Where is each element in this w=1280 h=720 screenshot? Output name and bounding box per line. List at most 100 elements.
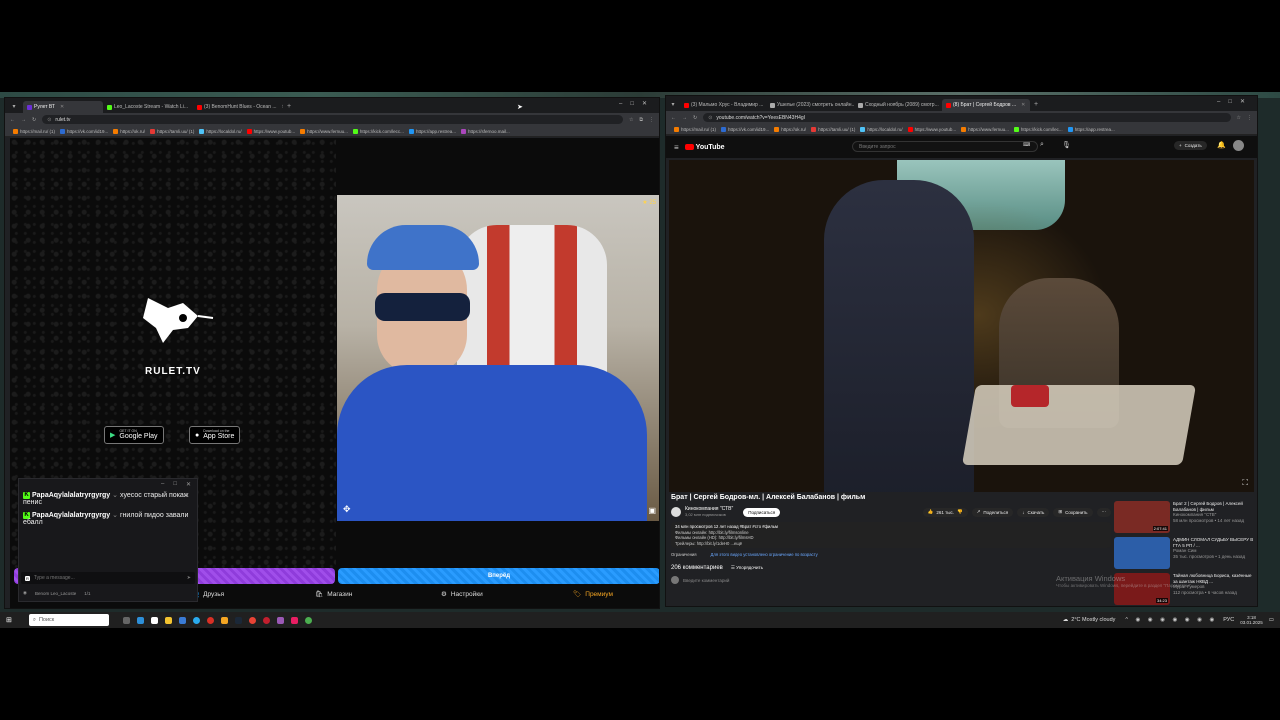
right-tab-1[interactable]: Ушелье (2023) смотреть онлайн...✕ [766, 99, 854, 111]
bookmark-item[interactable]: https://vk.com/id19... [60, 128, 108, 134]
bookmark-star-icon[interactable]: ☆ [629, 117, 633, 123]
keyboard-icon[interactable]: ⌨ [1023, 142, 1030, 148]
bookmark-item[interactable]: https://www.fernuu... [300, 128, 348, 134]
bookmark-item[interactable]: https://kick.com/lecc... [352, 128, 404, 134]
comment-input[interactable]: Введите комментарий [671, 576, 1111, 584]
related-video-item[interactable]: 2:07:41 Брат 2 | Сергей Бодров | Алексей … [1114, 501, 1254, 537]
new-tab-button[interactable]: + [283, 101, 295, 113]
tab-search-icon[interactable]: ▾ [5, 101, 23, 113]
nav-shop[interactable]: 🛍 Магазин [315, 587, 352, 601]
bookmark-item[interactable]: https://vk.com/id19... [721, 126, 769, 132]
menu-icon[interactable]: ⋮ [649, 117, 654, 123]
bookmark-item[interactable]: https://sfernoo.mail... [460, 128, 510, 134]
bookmark-item[interactable]: https://ok.ru/ [774, 126, 806, 132]
bookmark-item[interactable]: https://mail.ru/ (1) [13, 128, 55, 134]
language-indicator[interactable]: РУС [1223, 617, 1234, 623]
bookmark-item[interactable]: https://app.restrea... [408, 128, 456, 134]
chrome-icon[interactable] [206, 616, 214, 624]
bookmark-item[interactable]: https://mail.ru/ (1) [674, 126, 716, 132]
related-thumbnail[interactable] [1114, 537, 1170, 569]
forward-icon[interactable]: → [682, 115, 687, 121]
chrome-icon[interactable] [248, 616, 256, 624]
youtube-logo[interactable]: YouTube [684, 144, 725, 151]
chat-window-controls[interactable]: – □ ✕ [19, 479, 197, 489]
weather[interactable]: ☁ 2°C Mostly cloudy [1063, 617, 1116, 623]
back-icon[interactable]: ← [671, 115, 676, 121]
age-note[interactable]: Для этого видео установлено ограничение … [711, 552, 818, 557]
forward-icon[interactable]: → [21, 117, 26, 123]
bookmark-item[interactable]: https://localdol.ru/ [860, 126, 903, 132]
url-field[interactable]: ⊙ youtube.com/watch?v=YeesEBN43H4gI [703, 113, 1231, 122]
related-thumbnail[interactable]: 2:07:41 [1114, 501, 1170, 533]
related-video-item[interactable]: АДМИН СЛОМАЛ СУДЬБУ ВЫСЕРУ В ГТА 5 РП / … [1114, 537, 1254, 573]
menu-icon[interactable]: ⋮ [1247, 115, 1252, 121]
search-icon[interactable]: ⌕ [1040, 141, 1044, 149]
avatar[interactable] [1233, 140, 1244, 151]
window-controls[interactable]: –□✕ [1217, 98, 1253, 105]
start-icon[interactable]: ⊞ [6, 616, 12, 624]
tab-search-icon[interactable]: ▾ [666, 99, 680, 111]
fullscreen-icon[interactable]: ⛶ [1242, 478, 1248, 488]
app-icon[interactable] [290, 616, 298, 624]
app-store-button[interactable]: ● Download on the App Store [189, 426, 241, 444]
left-tab-0[interactable]: Рулет ВТ ✕ [23, 101, 103, 113]
move-icon[interactable]: ✥ [343, 504, 351, 515]
bookmark-item[interactable]: https://www.fernuu... [961, 126, 1009, 132]
opera-icon[interactable] [262, 616, 270, 624]
sort-button[interactable]: ☰ Упорядочить [731, 565, 763, 571]
minimize-icon[interactable]: – [161, 481, 164, 487]
thumbs-down-icon[interactable]: 👎 [957, 509, 963, 515]
chat-username[interactable]: PapaAqylalalatryrgyrgy [32, 492, 110, 499]
channel-avatar[interactable] [671, 507, 681, 517]
hamburger-icon[interactable]: ≡ [674, 143, 679, 152]
camera-icon[interactable]: ▣ [648, 506, 656, 515]
like-button[interactable]: 👍 261 тыс. 👎 [922, 507, 968, 517]
telegram-icon[interactable] [192, 616, 200, 624]
bookmark-item[interactable]: https://ok.ru/ [113, 128, 145, 134]
next-button[interactable]: Вперёд [338, 568, 659, 584]
google-play-button[interactable]: ▶ GET IT ON Google Play [104, 426, 164, 444]
media-icon[interactable] [150, 616, 158, 624]
tray-icons[interactable]: ^ ◉ ◉ ◉ ◉ ◉ ◉ ◉ [1125, 617, 1217, 623]
bookmark-item[interactable]: https://www.youtub... [907, 126, 956, 132]
clock[interactable]: 3:18 03.01.2025 [1240, 615, 1263, 626]
app-icon[interactable] [220, 616, 228, 624]
mic-icon[interactable]: 🎙 [1062, 141, 1071, 149]
bookmark-item[interactable]: https://tamli.uu/ (1) [811, 126, 855, 132]
send-icon[interactable]: ➤ [187, 575, 191, 581]
download-button[interactable]: ↓ Скачать [1017, 507, 1050, 517]
create-button[interactable]: + Создать [1174, 141, 1207, 150]
edge-icon[interactable] [136, 616, 144, 624]
share-button[interactable]: ↗ Поделиться [971, 507, 1014, 517]
youtube-video-player[interactable]: ⛶ [669, 160, 1254, 492]
store-icon[interactable] [178, 616, 186, 624]
nav-premium[interactable]: 🏷 Премиум [573, 587, 613, 601]
bookmark-star-icon[interactable]: ☆ [1237, 115, 1241, 121]
bookmark-item[interactable]: https://tamli.uu/ (1) [150, 128, 194, 134]
site-info-icon[interactable]: ⊙ [708, 115, 712, 121]
nav-settings[interactable]: ⚙ Настройки [441, 587, 483, 601]
save-button[interactable]: ⊞ Сохранить [1053, 507, 1093, 517]
close-icon[interactable]: ✕ [1021, 99, 1025, 111]
right-tab-0[interactable]: (3) Мальмо Хрус - Владимир ...✕ [680, 99, 766, 111]
bookmark-item[interactable]: https://app.restrea... [1067, 126, 1115, 132]
url-field[interactable]: ⊙ rulet.tv [42, 115, 623, 124]
subscribe-button[interactable]: Подписаться [743, 507, 781, 517]
files-icon[interactable] [164, 616, 172, 624]
reload-icon[interactable]: ↻ [32, 117, 36, 123]
bookmark-item[interactable]: https://kick.com/lec... [1013, 126, 1063, 132]
description-box[interactable]: 34 млн просмотров 12 лет назад #Брат #ст… [671, 522, 1111, 548]
app-icon[interactable] [276, 616, 284, 624]
more-button[interactable]: ⋯ [1096, 507, 1111, 517]
chat-username[interactable]: PapaAqylalalatryrgyrgy [32, 512, 110, 519]
chrome-icon[interactable] [304, 616, 312, 624]
close-icon[interactable]: ✕ [60, 101, 64, 113]
task-view-icon[interactable] [122, 616, 130, 624]
right-tab-2[interactable]: Сходный ноябрь (2089) смотр...✕ [854, 99, 942, 111]
new-tab-button[interactable]: + [1030, 99, 1042, 111]
maximize-icon[interactable]: □ [173, 481, 177, 487]
back-icon[interactable]: ← [10, 117, 15, 123]
left-tab-2[interactable]: (3) BenomHunt Blues - Ocean ...✕ [193, 101, 283, 113]
steam-icon[interactable] [234, 616, 242, 624]
site-info-icon[interactable]: ⊙ [47, 117, 51, 123]
